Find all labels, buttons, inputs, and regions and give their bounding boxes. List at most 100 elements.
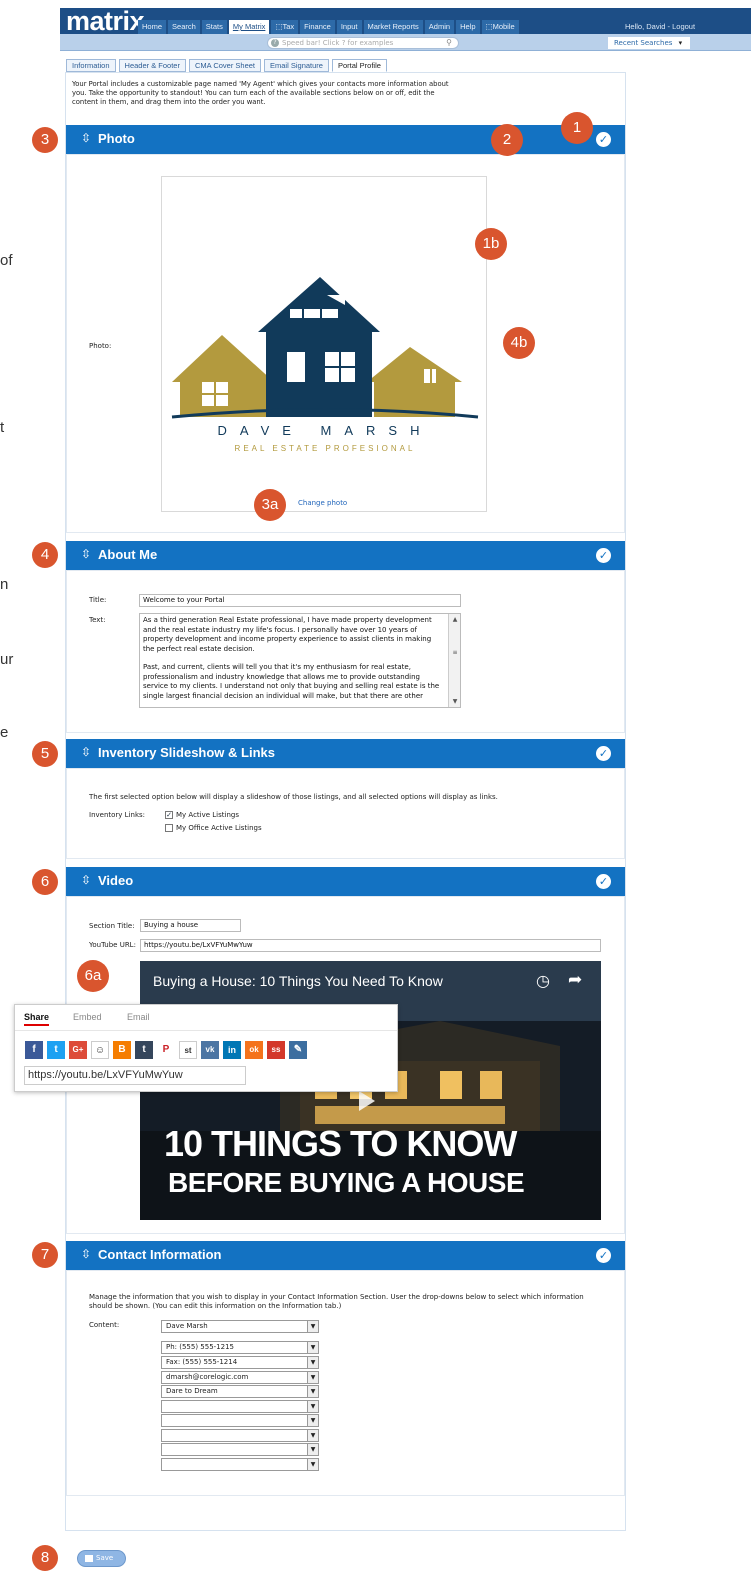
my-active-listings-checkbox[interactable]: ✓	[165, 811, 173, 819]
tab-email-signature[interactable]: Email Signature	[264, 59, 329, 72]
facebook-icon[interactable]: f	[25, 1041, 43, 1059]
contact-dropdown[interactable]: Ph: (555) 555-1215 ▼	[161, 1341, 319, 1354]
reddit-icon[interactable]: ☺	[91, 1041, 109, 1059]
contact-dropdown[interactable]: Fax: (555) 555-1214 ▼	[161, 1356, 319, 1369]
nav-finance[interactable]: Finance	[300, 20, 335, 34]
embed-tab[interactable]: Embed	[73, 1012, 102, 1022]
drag-handle-icon[interactable]: ⇳	[81, 874, 91, 886]
linkedin-icon[interactable]: in	[223, 1041, 241, 1059]
change-photo-link[interactable]: Change photo	[298, 499, 347, 507]
drag-handle-icon[interactable]: ⇳	[81, 132, 91, 144]
vk-icon[interactable]: vk	[201, 1041, 219, 1059]
section-enabled-check-icon[interactable]: ✓	[596, 874, 611, 889]
nav-search[interactable]: Search	[168, 20, 200, 34]
scroll-up-icon[interactable]: ▲	[452, 615, 458, 625]
my-office-active-listings-checkbox[interactable]	[165, 824, 173, 832]
section-enabled-check-icon[interactable]: ✓	[596, 132, 611, 147]
tab-header-footer[interactable]: Header & Footer	[118, 59, 186, 72]
share-arrow-icon[interactable]: ➦	[568, 970, 582, 990]
tab-information[interactable]: Information	[66, 59, 116, 72]
scroll-thumb[interactable]: ≡	[452, 648, 458, 658]
mixi-icon[interactable]: ss	[267, 1041, 285, 1059]
drag-handle-icon[interactable]: ⇳	[81, 746, 91, 758]
about-section-header[interactable]: ⇳ About Me ✓	[66, 541, 625, 570]
section-enabled-check-icon[interactable]: ✓	[596, 1248, 611, 1263]
title-input[interactable]: Welcome to your Portal	[139, 594, 461, 607]
speed-bar-input[interactable]: ? Speed bar! Click ? for examples ⚲	[267, 37, 459, 49]
help-icon[interactable]: ?	[271, 39, 279, 47]
pinterest-icon[interactable]: P	[157, 1041, 175, 1059]
nav-admin[interactable]: Admin	[424, 20, 455, 34]
youtube-url-input[interactable]: https://youtu.be/LxVFYuMwYuw	[140, 939, 601, 952]
annotation-badge-1b: 1b	[475, 228, 507, 260]
nav-market-reports[interactable]: Market Reports	[363, 20, 423, 34]
video-title[interactable]: Buying a House: 10 Things You Need To Kn…	[153, 973, 443, 989]
youtube-url-label: YouTube URL:	[89, 941, 136, 949]
email-tab[interactable]: Email	[127, 1012, 150, 1022]
section-enabled-check-icon[interactable]: ✓	[596, 548, 611, 563]
nav-help[interactable]: Help	[456, 20, 480, 34]
watch-later-clock-icon[interactable]: ◷	[536, 971, 550, 990]
recent-searches-dropdown[interactable]: Recent Searches ▾	[608, 37, 690, 49]
logo-name-text: DAVE MARSH	[218, 423, 433, 438]
chevron-down-icon: ▼	[307, 1415, 318, 1426]
scroll-down-icon[interactable]: ▼	[452, 697, 458, 707]
dropdown-value: dmarsh@corelogic.com	[166, 1373, 249, 1381]
my-office-active-listings-option[interactable]: My Office Active Listings	[165, 824, 262, 832]
photo-section-header[interactable]: ⇳ Photo ✓	[66, 125, 625, 154]
contact-dropdown[interactable]: dmarsh@corelogic.com ▼	[161, 1371, 319, 1384]
dropdown-value: Ph: (555) 555-1215	[166, 1343, 234, 1351]
tab-portal-profile[interactable]: Portal Profile	[331, 59, 387, 72]
annotation-badge-6a: 6a	[77, 960, 109, 992]
contact-dropdown[interactable]: Dare to Dream ▼	[161, 1385, 319, 1398]
nav-mobile[interactable]: ⬚Mobile	[481, 20, 519, 34]
nav-my-matrix[interactable]: My Matrix	[228, 20, 270, 34]
section-title: Photo	[98, 131, 135, 146]
caret-down-icon: ▾	[678, 39, 683, 47]
contact-dropdown[interactable]: ▼	[161, 1443, 319, 1456]
social-share-icons: f t G+ ☺ B t P st vk in ok ss ✎	[25, 1041, 307, 1059]
odnoklassniki-icon[interactable]: ok	[245, 1041, 263, 1059]
save-button[interactable]: Save	[77, 1550, 126, 1567]
search-icon[interactable]: ⚲	[446, 38, 452, 48]
tumblr-icon[interactable]: t	[135, 1041, 153, 1059]
chevron-down-icon: ▼	[307, 1444, 318, 1455]
google-plus-icon[interactable]: G+	[69, 1041, 87, 1059]
my-active-listings-option[interactable]: ✓ My Active Listings	[165, 811, 239, 819]
chevron-down-icon: ▼	[307, 1342, 318, 1353]
edge-fragment: e	[0, 724, 9, 741]
goo-icon[interactable]: ✎	[289, 1041, 307, 1059]
stumbleupon-icon[interactable]: st	[179, 1041, 197, 1059]
contact-dropdown[interactable]: ▼	[161, 1429, 319, 1442]
greeting-logout[interactable]: Hello, David - Logout	[625, 22, 695, 31]
contact-dropdown[interactable]: ▼	[161, 1414, 319, 1427]
section-enabled-check-icon[interactable]: ✓	[596, 746, 611, 761]
drag-handle-icon[interactable]: ⇳	[81, 548, 91, 560]
share-url-input[interactable]: https://youtu.be/LxVFYuMwYuw	[24, 1066, 246, 1085]
content-dropdown[interactable]: Dave Marsh ▼	[161, 1320, 319, 1333]
blogger-icon[interactable]: B	[113, 1041, 131, 1059]
nav-home[interactable]: Home	[138, 20, 167, 34]
dropdown-value: Fax: (555) 555-1214	[166, 1358, 238, 1366]
section-title-input[interactable]: Buying a house	[140, 919, 241, 932]
about-text-area[interactable]: As a third generation Real Estate profes…	[139, 613, 461, 708]
share-tab[interactable]: Share	[24, 1012, 50, 1026]
nav-tax[interactable]: ⬚Tax	[271, 20, 299, 34]
option-label: My Active Listings	[176, 811, 239, 819]
contact-dropdown[interactable]: ▼	[161, 1458, 319, 1471]
annotation-badge-3: 3	[32, 127, 58, 153]
tab-cma-cover-sheet[interactable]: CMA Cover Sheet	[188, 59, 262, 72]
settings-tabs: Information Header & Footer CMA Cover Sh…	[66, 59, 387, 72]
matrix-logo[interactable]: matrix	[66, 6, 145, 37]
nav-stats[interactable]: Stats	[201, 20, 227, 34]
nav-input[interactable]: Input	[336, 20, 362, 34]
video-section-header[interactable]: ⇳ Video ✓	[66, 867, 625, 896]
inventory-section-header[interactable]: ⇳ Inventory Slideshow & Links ✓	[66, 739, 625, 768]
twitter-icon[interactable]: t	[47, 1041, 65, 1059]
contact-description: Manage the information that you wish to …	[89, 1293, 584, 1310]
contact-dropdown[interactable]: ▼	[161, 1400, 319, 1413]
drag-handle-icon[interactable]: ⇳	[81, 1248, 91, 1260]
text-area-scrollbar[interactable]: ▲ ≡ ▼	[448, 614, 460, 707]
video-headline-1: 10 THINGS TO KNOW	[164, 1123, 517, 1164]
contact-section-header[interactable]: ⇳ Contact Information ✓	[66, 1241, 625, 1270]
